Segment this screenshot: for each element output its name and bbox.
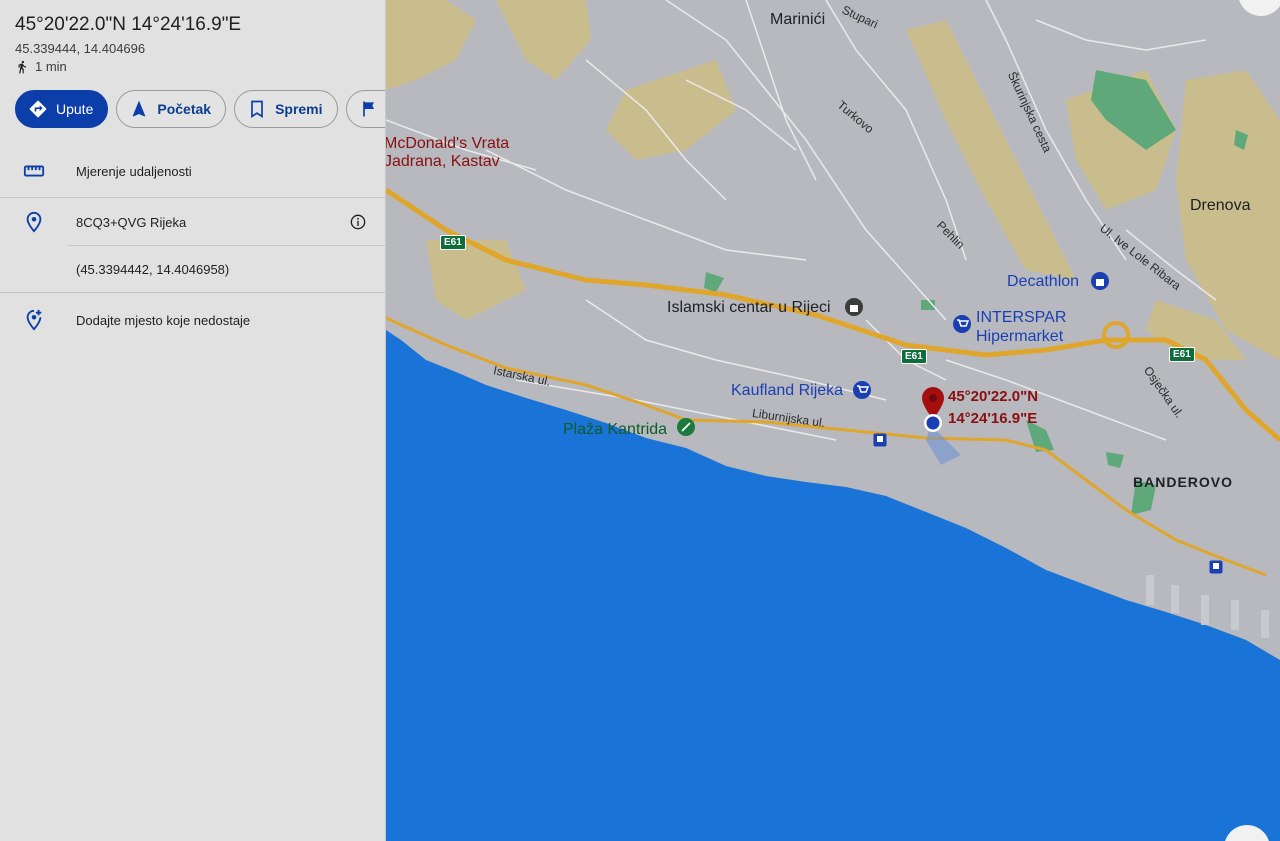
place-panel: 45°20'22.0"N 14°24'16.9"E 45.339444, 14.… <box>0 0 386 841</box>
shopping-cart-icon[interactable] <box>952 314 972 334</box>
train-station-icon[interactable] <box>1209 560 1223 574</box>
poi-plaza-kantrida[interactable]: Plaža Kantrida <box>563 421 667 439</box>
start-label: Početak <box>157 101 212 117</box>
poi-islamski-centar[interactable]: Islamski centar u Rijeci <box>667 299 831 317</box>
decimal-coordinates[interactable]: 45.339444, 14.404696 <box>15 41 145 56</box>
poi-interspar[interactable]: INTERSPAR Hipermarket <box>976 308 1066 346</box>
map-background <box>386 0 1280 841</box>
map-label-banderovo[interactable]: BANDEROVO <box>1133 474 1233 490</box>
shopping-bag-icon[interactable] <box>1090 271 1110 291</box>
directions-icon <box>29 100 47 118</box>
flag-icon <box>362 101 374 117</box>
add-location-icon <box>26 309 42 331</box>
place-title: 45°20'22.0"N 14°24'16.9"E <box>15 14 242 35</box>
route-shield: E61 <box>440 235 466 250</box>
coordinates-label: (45.3394442, 14.4046958) <box>76 261 230 277</box>
route-shield: E61 <box>901 349 927 364</box>
poi-interspar-line1: INTERSPAR <box>976 309 1067 326</box>
map-label-marinici[interactable]: Marinići <box>770 11 825 29</box>
poi-interspar-line2: Hipermarket <box>976 328 1064 345</box>
save-label: Spremi <box>275 101 323 117</box>
poi-mcdonalds-line1: McDonald's Vrata <box>386 135 510 152</box>
bookmark-icon <box>251 100 263 119</box>
train-station-icon[interactable] <box>873 433 887 447</box>
measure-distance-row[interactable]: Mjerenje udaljenosti <box>0 156 385 186</box>
ruler-icon <box>23 165 45 177</box>
poi-mcdonalds-line2: Jadrana, Kastav <box>386 153 500 170</box>
walking-icon <box>18 60 27 73</box>
add-missing-place-row[interactable]: Dodajte mjesto koje nedostaje <box>0 305 385 335</box>
route-shield: E61 <box>1169 347 1195 362</box>
my-location-dot[interactable] <box>923 413 943 433</box>
poi-mcdonalds[interactable]: McDonald's Vrata Jadrana, Kastav <box>386 135 509 171</box>
plus-code-label: 8CQ3+QVG Rijeka <box>76 214 187 230</box>
info-icon[interactable] <box>350 214 366 230</box>
shopping-cart-icon[interactable] <box>852 380 872 400</box>
divider <box>0 197 385 198</box>
map-label-drenova[interactable]: Drenova <box>1190 197 1250 215</box>
poi-kaufland[interactable]: Kaufland Rijeka <box>731 382 843 400</box>
measure-distance-label: Mjerenje udaljenosti <box>76 163 192 179</box>
location-pin-icon <box>26 211 42 233</box>
poi-decathlon[interactable]: Decathlon <box>1007 273 1079 291</box>
save-button[interactable]: Spremi <box>234 90 338 128</box>
divider <box>0 292 385 293</box>
start-button[interactable]: Početak <box>116 90 227 128</box>
plus-code-row[interactable]: 8CQ3+QVG Rijeka <box>0 207 385 237</box>
map-canvas[interactable]: E61 E61 E61 Marinići Stupari Turkovo Šku… <box>386 0 1280 841</box>
pin-coordinates-label: 45°20'22.0"N 14°24'16.9"E <box>948 386 1038 430</box>
directions-button[interactable]: Upute <box>15 90 109 128</box>
walk-time: 1 min <box>15 59 67 74</box>
coordinates-row[interactable]: (45.3394442, 14.4046958) <box>0 254 385 284</box>
pin-latitude: 45°20'22.0"N <box>948 388 1039 405</box>
add-missing-place-label: Dodajte mjesto koje nedostaje <box>76 312 251 328</box>
directions-label: Upute <box>56 101 94 117</box>
action-buttons: Upute Početak Spremi I <box>15 90 385 128</box>
pin-longitude: 14°24'16.9"E <box>948 410 1038 427</box>
place-of-worship-icon[interactable] <box>844 297 864 317</box>
navigation-arrow-icon <box>133 100 146 117</box>
divider <box>68 245 385 246</box>
walk-time-text: 1 min <box>35 59 67 74</box>
label-button[interactable]: I <box>345 90 385 128</box>
beach-icon[interactable] <box>676 417 696 437</box>
